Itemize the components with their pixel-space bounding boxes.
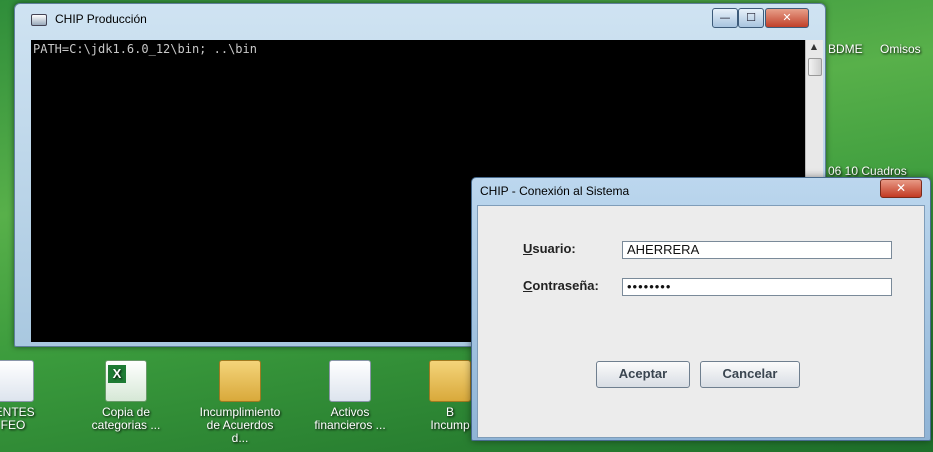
dialog-close-button[interactable]: ✕ [880, 179, 922, 198]
usuario-label: Usuario: [523, 241, 576, 256]
desktop-icon-label: financieros ... [314, 418, 386, 432]
accept-button[interactable]: Aceptar [596, 361, 690, 388]
cancel-button[interactable]: Cancelar [700, 361, 800, 388]
minimize-button[interactable]: — [712, 8, 738, 28]
scroll-up-arrow-icon[interactable]: ▲ [809, 42, 819, 52]
document-icon [0, 360, 34, 402]
desktop-icon-activos[interactable]: Activos financieros ... [307, 360, 393, 432]
desktop-label-bdme[interactable]: BDME [828, 42, 863, 56]
dialog-body: Usuario: AHERRERA Contraseña: •••••••• A… [477, 205, 925, 438]
password-mnemonic: C [523, 278, 533, 293]
excel-icon [105, 360, 147, 402]
desktop-icon-copia-categorias[interactable]: Copia de categorias ... [83, 360, 169, 432]
desktop-icon-ientes[interactable]: IENTES FEO [0, 360, 56, 432]
password-label-text: ontraseña: [532, 278, 599, 293]
close-button[interactable]: ✕ [765, 8, 809, 28]
folder-icon [429, 360, 471, 402]
desktop-icon-incumplimiento[interactable]: Incumplimiento de Acuerdos d... [197, 360, 283, 445]
usuario-label-text: suario: [532, 241, 576, 256]
maximize-button[interactable]: ☐ [738, 8, 764, 28]
password-label: Contraseña: [523, 278, 599, 293]
login-dialog[interactable]: CHIP - Conexión al Sistema ✕ Usuario: AH… [471, 177, 931, 441]
desktop-label-omisos[interactable]: Omisos [880, 42, 921, 56]
document-icon [329, 360, 371, 402]
dialog-title: CHIP - Conexión al Sistema [480, 184, 630, 198]
desktop-icon-label: categorias ... [91, 418, 161, 432]
desktop-label-cuadros[interactable]: 06 10 Cuadros [828, 164, 907, 178]
scroll-thumb[interactable] [808, 58, 822, 76]
folder-icon [219, 360, 261, 402]
console-titlebar[interactable]: CHIP Producción — ☐ ✕ [15, 4, 825, 34]
usuario-mnemonic: U [523, 241, 533, 256]
usuario-input[interactable]: AHERRERA [622, 241, 892, 259]
password-input[interactable]: •••••••• [622, 278, 892, 296]
desktop-icon-label: FEO [0, 418, 26, 432]
console-app-icon [31, 14, 47, 26]
console-title: CHIP Producción [55, 12, 147, 26]
desktop-icon-label: de Acuerdos d... [206, 418, 274, 445]
